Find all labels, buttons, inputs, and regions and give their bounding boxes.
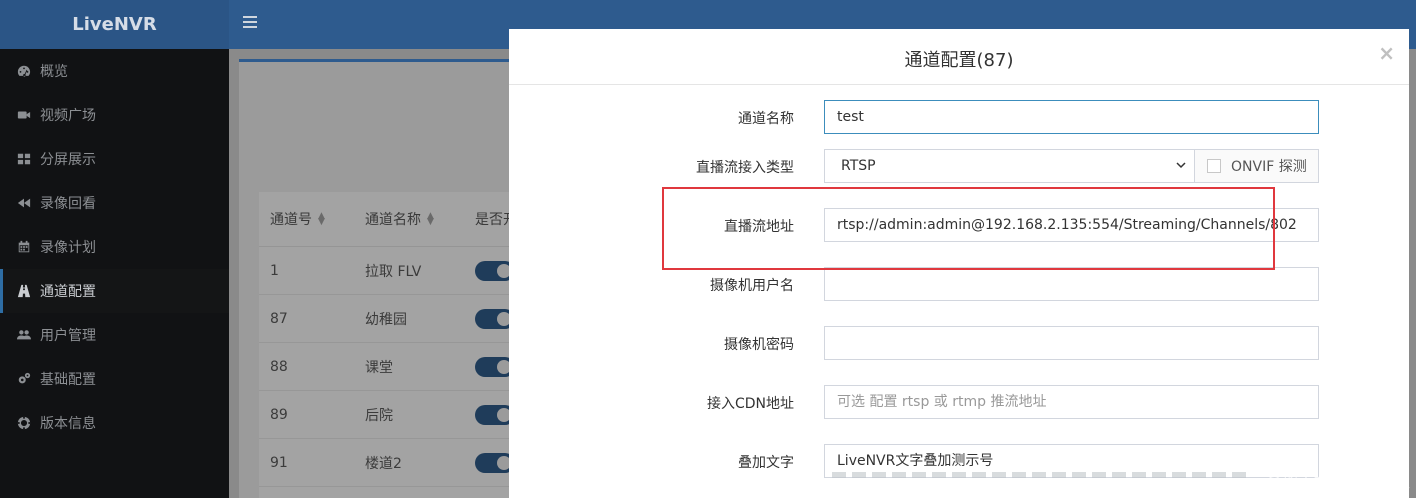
chevron-down-icon xyxy=(1176,162,1186,169)
sidebar-item-label: 分屏展示 xyxy=(40,152,96,168)
channel-name: 课堂 xyxy=(365,359,393,376)
channel-id: 88 xyxy=(270,358,288,375)
sidebar: 概览 视频广场 分屏展示 录像回看 录像计划 通道配置 用户管理 基础配置 版本… xyxy=(0,49,229,498)
table-row[interactable]: 88 课堂 xyxy=(259,343,519,391)
dashboard-icon xyxy=(16,64,32,78)
channel-id: 87 xyxy=(270,310,288,327)
form-row-cdn-url: 接入CDN地址 可选 配置 rtsp 或 rtmp 推流地址 xyxy=(509,385,1409,419)
channel-id: 1 xyxy=(270,262,279,279)
channel-name-input[interactable]: test xyxy=(824,100,1319,134)
channel-name-label: 通道名称 xyxy=(738,111,794,127)
onvif-probe-addon[interactable]: ONVIF 探测 xyxy=(1194,149,1319,183)
camera-user-label: 摄像机用户名 xyxy=(710,278,794,294)
sidebar-item-label: 录像回看 xyxy=(40,196,96,212)
sidebar-item-label: 通道配置 xyxy=(40,284,96,300)
modal-header: 通道配置(87) × xyxy=(509,29,1409,85)
form-row-channel-name: 通道名称 test xyxy=(509,100,1409,134)
sidebar-item-overview[interactable]: 概览 xyxy=(0,49,229,93)
watermark-stripe xyxy=(832,472,1252,478)
form-row-camera-password: 摄像机密码 xyxy=(509,326,1409,360)
channel-name: 楼道2 xyxy=(365,455,402,472)
sidebar-item-record-plan[interactable]: 录像计划 xyxy=(0,225,229,269)
sidebar-item-label: 基础配置 xyxy=(40,372,96,388)
sidebar-item-label: 录像计划 xyxy=(40,240,96,256)
channel-table: 通道号 ▲ ▼ 通道名称 ▲ ▼ 是否开 1 拉取 FLV 87 幼稚园 88 课堂 8… xyxy=(259,192,519,498)
video-camera-icon xyxy=(16,108,32,122)
annotation-highlight-box xyxy=(662,187,1275,270)
onvif-checkbox[interactable] xyxy=(1207,159,1221,173)
close-icon[interactable]: × xyxy=(1378,41,1395,65)
table-header: 通道号 ▲ ▼ 通道名称 ▲ ▼ 是否开 xyxy=(259,192,519,247)
modal-title: 通道配置(87) xyxy=(904,50,1014,71)
sidebar-item-label: 视频广场 xyxy=(40,108,96,124)
sort-icon: ▲ ▼ xyxy=(318,211,325,227)
overlay-text-label: 叠加文字 xyxy=(738,455,794,471)
camera-password-label: 摄像机密码 xyxy=(724,337,794,353)
sidebar-item-split-screen[interactable]: 分屏展示 xyxy=(0,137,229,181)
channel-name: 后院 xyxy=(365,407,393,424)
column-header-channel-id[interactable]: 通道号 ▲ ▼ xyxy=(259,209,365,229)
camera-password-input[interactable] xyxy=(824,326,1319,360)
table-row[interactable]: 89 后院 xyxy=(259,391,519,439)
sidebar-item-basic-config[interactable]: 基础配置 xyxy=(0,357,229,401)
stream-type-selected: RTSP xyxy=(841,158,876,174)
cdn-url-input[interactable]: 可选 配置 rtsp 或 rtmp 推流地址 xyxy=(824,385,1319,419)
sidebar-item-video-square[interactable]: 视频广场 xyxy=(0,93,229,137)
column-header-channel-name[interactable]: 通道名称 ▲ ▼ xyxy=(365,209,475,229)
form-row-stream-type: 直播流接入类型 RTSP ONVIF 探测 xyxy=(509,149,1409,183)
grid-icon xyxy=(16,152,32,166)
sidebar-item-channel-config[interactable]: 通道配置 xyxy=(0,269,229,313)
menu-toggle-icon[interactable] xyxy=(243,16,257,30)
channel-name: 幼稚园 xyxy=(365,311,407,328)
form-row-camera-user: 摄像机用户名 xyxy=(509,267,1409,301)
table-row[interactable]: 91 楼道2 xyxy=(259,439,519,487)
stream-type-select[interactable]: RTSP xyxy=(824,149,1195,183)
sidebar-item-label: 用户管理 xyxy=(40,328,96,344)
brand-logo[interactable]: LiveNVR xyxy=(0,0,229,49)
sidebar-item-label: 概览 xyxy=(40,64,68,80)
cdn-url-label: 接入CDN地址 xyxy=(706,396,794,412)
channel-id: 91 xyxy=(270,454,288,471)
stream-type-label: 直播流接入类型 xyxy=(696,160,794,176)
sidebar-item-label: 版本信息 xyxy=(40,416,96,432)
calendar-icon xyxy=(16,240,32,254)
sidebar-item-version-info[interactable]: 版本信息 xyxy=(0,401,229,445)
channel-name: 拉取 FLV xyxy=(365,263,422,280)
watermark-text: @稀土掘金技术社区 xyxy=(1265,472,1410,491)
sidebar-item-user-management[interactable]: 用户管理 xyxy=(0,313,229,357)
channel-id: 89 xyxy=(270,406,288,423)
users-icon xyxy=(16,328,32,342)
scroll-edge xyxy=(1411,49,1416,498)
gears-icon xyxy=(16,372,32,386)
camera-user-input[interactable] xyxy=(824,267,1319,301)
table-row[interactable]: 87 幼稚园 xyxy=(259,295,519,343)
rewind-icon xyxy=(16,196,32,210)
sidebar-item-playback[interactable]: 录像回看 xyxy=(0,181,229,225)
lifebuoy-icon xyxy=(16,416,32,430)
table-row[interactable]: 1 拉取 FLV xyxy=(259,247,519,295)
onvif-label: ONVIF 探测 xyxy=(1231,159,1307,175)
road-icon xyxy=(16,284,32,298)
sort-icon: ▲ ▼ xyxy=(427,211,434,227)
